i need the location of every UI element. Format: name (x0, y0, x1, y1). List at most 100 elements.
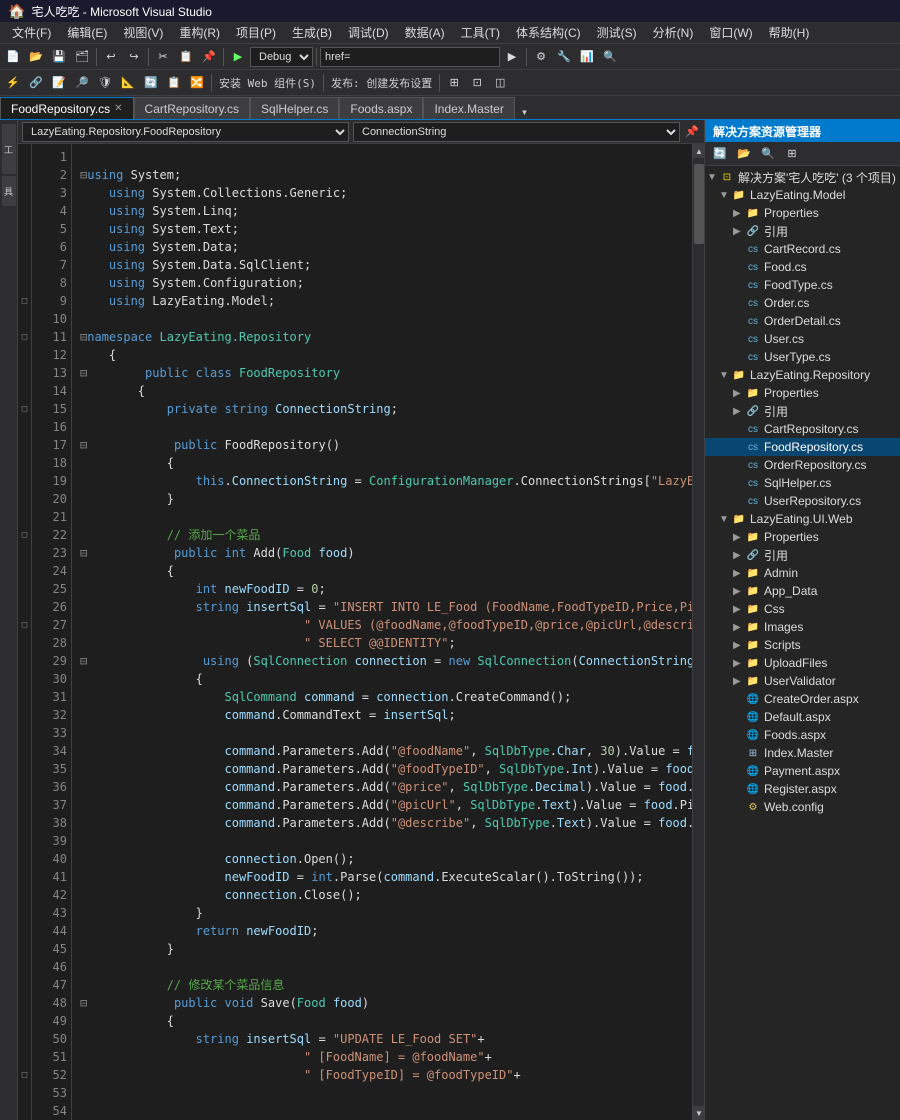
tree-node-usertype[interactable]: ▶ cs UserType.cs (705, 348, 900, 366)
nav-pin-btn[interactable]: 📌 (684, 124, 700, 140)
tree-node-foods-aspx[interactable]: ▶ 🌐 Foods.aspx (705, 726, 900, 744)
undo-btn[interactable]: ↩ (100, 46, 122, 68)
tree-node-sqlh[interactable]: ▶ cs SqlHelper.cs (705, 474, 900, 492)
tree-node-model-props[interactable]: ▶ 📁 Properties (705, 204, 900, 222)
menu-view[interactable]: 视图(V) (115, 22, 171, 43)
code-area[interactable]: ⊟using System; using System.Collections.… (72, 144, 692, 1120)
tb2-btn7[interactable]: 🔄 (140, 72, 162, 94)
menu-file[interactable]: 文件(F) (4, 22, 59, 43)
tree-node-repo-ref[interactable]: ▶ 🔗 引用 (705, 402, 900, 420)
tree-node-userr[interactable]: ▶ cs UserRepository.cs (705, 492, 900, 510)
tree-node-user[interactable]: ▶ cs User.cs (705, 330, 900, 348)
tb2-btn2[interactable]: 🔗 (25, 72, 47, 94)
left-btn2[interactable]: 具 (2, 176, 16, 206)
new-file-btn[interactable]: 📄 (2, 46, 24, 68)
tree-node-repo[interactable]: ▼ 📁 LazyEating.Repository (705, 366, 900, 384)
tree-node-default[interactable]: ▶ 🌐 Default.aspx (705, 708, 900, 726)
tb-btn4[interactable]: 🔍 (599, 46, 621, 68)
href-input[interactable] (320, 47, 500, 67)
tree-node-appdata[interactable]: ▶ 📁 App_Data (705, 582, 900, 600)
tree-node-foodtype[interactable]: ▶ cs FoodType.cs (705, 276, 900, 294)
tb2-extra2[interactable]: ⊡ (466, 72, 488, 94)
tb2-btn6[interactable]: 📐 (117, 72, 139, 94)
tree-node-web-props[interactable]: ▶ 📁 Properties (705, 528, 900, 546)
tree-node-payment[interactable]: ▶ 🌐 Payment.aspx (705, 762, 900, 780)
namespace-dropdown[interactable]: LazyEating.Repository.FoodRepository (22, 122, 349, 142)
copy-btn[interactable]: 📋 (175, 46, 197, 68)
menu-build[interactable]: 生成(B) (284, 22, 340, 43)
fold-using[interactable]: □ (18, 616, 31, 634)
tree-node-scripts[interactable]: ▶ 📁 Scripts (705, 636, 900, 654)
tree-node-repo-props[interactable]: ▶ 📁 Properties (705, 384, 900, 402)
tree-node-register[interactable]: ▶ 🌐 Register.aspx (705, 780, 900, 798)
tab-index-master[interactable]: Index.Master (423, 97, 514, 119)
tree-node-web-ref[interactable]: ▶ 🔗 引用 (705, 546, 900, 564)
editor-scrollbar[interactable]: ▲ ▼ (692, 144, 704, 1120)
tb-btn2[interactable]: 🔧 (553, 46, 575, 68)
fold-ctor[interactable]: □ (18, 400, 31, 418)
menu-debug[interactable]: 调试(D) (340, 22, 397, 43)
start-btn[interactable]: ▶ (227, 46, 249, 68)
menu-test[interactable]: 测试(S) (589, 22, 645, 43)
debug-mode-dropdown[interactable]: Debug (250, 47, 313, 67)
open-btn[interactable]: 📂 (25, 46, 47, 68)
tb2-extra1[interactable]: ⊞ (443, 72, 465, 94)
menu-tools[interactable]: 工具(T) (453, 22, 508, 43)
tree-node-model[interactable]: ▼ 📁 LazyEating.Model (705, 186, 900, 204)
tb2-btn4[interactable]: 🔎 (71, 72, 93, 94)
sol-btn2[interactable]: 📂 (733, 143, 755, 165)
tb2-btn1[interactable]: ⚡ (2, 72, 24, 94)
tree-node-web[interactable]: ▼ 📁 LazyEating.UI.Web (705, 510, 900, 528)
save-all-btn[interactable]: 🗂 (71, 46, 93, 68)
redo-btn[interactable]: ↪ (123, 46, 145, 68)
tree-node-css[interactable]: ▶ 📁 Css (705, 600, 900, 618)
menu-project[interactable]: 项目(P) (228, 22, 284, 43)
tree-node-model-ref[interactable]: ▶ 🔗 引用 (705, 222, 900, 240)
save-btn[interactable]: 💾 (48, 46, 70, 68)
tb-btn3[interactable]: 📊 (576, 46, 598, 68)
menu-refactor[interactable]: 重构(R) (171, 22, 228, 43)
tb2-btn5[interactable]: 🛡 (94, 72, 116, 94)
tree-node-userval[interactable]: ▶ 📁 UserValidator (705, 672, 900, 690)
scroll-down-btn[interactable]: ▼ (693, 1106, 704, 1120)
tb-btn1[interactable]: ⚙ (530, 46, 552, 68)
fold-save[interactable]: □ (18, 1066, 31, 1084)
tab-cartrepository[interactable]: CartRepository.cs (134, 97, 250, 119)
tab-foods[interactable]: Foods.aspx (339, 97, 423, 119)
tree-node-cartr[interactable]: ▶ cs CartRepository.cs (705, 420, 900, 438)
menu-arch[interactable]: 体系结构(C) (508, 22, 589, 43)
fold-class[interactable]: □ (18, 328, 31, 346)
sol-btn4[interactable]: ⊞ (781, 143, 803, 165)
tree-node-images[interactable]: ▶ 📁 Images (705, 618, 900, 636)
menu-edit[interactable]: 编辑(E) (59, 22, 115, 43)
menu-analyze[interactable]: 分析(N) (645, 22, 702, 43)
tree-node-index-master[interactable]: ▶ ⊞ Index.Master (705, 744, 900, 762)
tab-sqlhelper[interactable]: SqlHelper.cs (250, 97, 339, 119)
tab-foodrepository-close[interactable]: ✕ (114, 103, 122, 114)
tb2-extra3[interactable]: ◫ (489, 72, 511, 94)
tree-node-foodr[interactable]: ▶ cs FoodRepository.cs (705, 438, 900, 456)
tree-node-upload[interactable]: ▶ 📁 UploadFiles (705, 654, 900, 672)
go-btn[interactable]: ▶ (501, 46, 523, 68)
sol-btn3[interactable]: 🔍 (757, 143, 779, 165)
member-dropdown[interactable]: ConnectionString (353, 122, 680, 142)
tree-node-orderr[interactable]: ▶ cs OrderRepository.cs (705, 456, 900, 474)
fold-namespace[interactable]: □ (18, 292, 31, 310)
scroll-up-btn[interactable]: ▲ (693, 144, 704, 158)
tree-node-cartrecord[interactable]: ▶ cs CartRecord.cs (705, 240, 900, 258)
fold-add[interactable]: □ (18, 526, 31, 544)
tree-node-orderdetail[interactable]: ▶ cs OrderDetail.cs (705, 312, 900, 330)
tb2-btn8[interactable]: 📋 (163, 72, 185, 94)
tree-node-admin[interactable]: ▶ 📁 Admin (705, 564, 900, 582)
tree-node-order[interactable]: ▶ cs Order.cs (705, 294, 900, 312)
menu-window[interactable]: 窗口(W) (701, 22, 760, 43)
menu-help[interactable]: 帮助(H) (761, 22, 818, 43)
tb2-btn9[interactable]: 🔀 (186, 72, 208, 94)
tree-node-solution[interactable]: ▼ ⊡ 解决方案'宅人吃吃' (3 个项目) (705, 168, 900, 186)
tree-node-food[interactable]: ▶ cs Food.cs (705, 258, 900, 276)
tree-node-webconfig[interactable]: ▶ ⚙ Web.config (705, 798, 900, 816)
tab-foodrepository[interactable]: FoodRepository.cs ✕ (0, 97, 134, 119)
tree-node-createorder[interactable]: ▶ 🌐 CreateOrder.aspx (705, 690, 900, 708)
cut-btn[interactable]: ✂ (152, 46, 174, 68)
scroll-thumb[interactable] (694, 164, 704, 244)
